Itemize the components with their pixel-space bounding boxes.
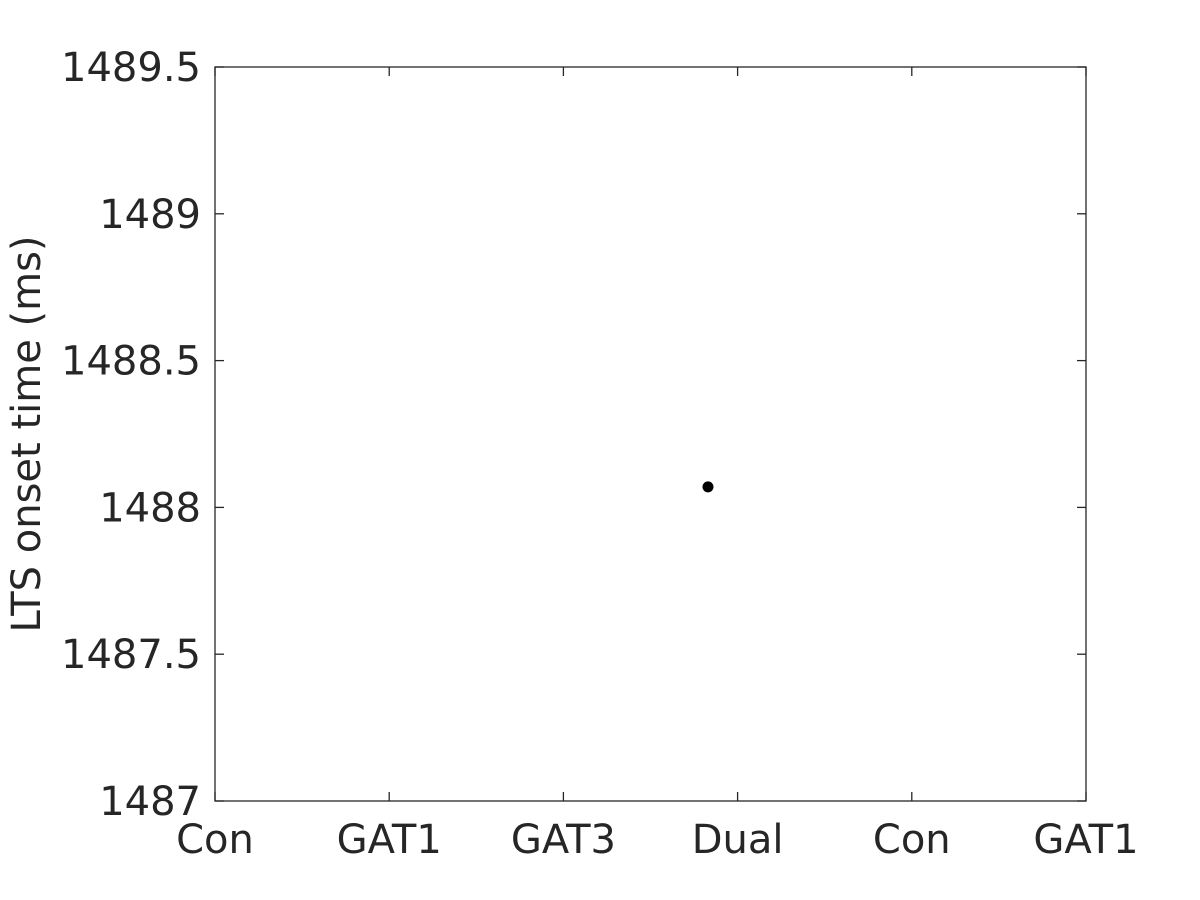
y-tick-label: 1487.5 xyxy=(61,632,201,678)
y-tick-label: 1489 xyxy=(99,192,201,238)
y-tick-label: 1489.5 xyxy=(61,45,201,91)
x-tick-label: Dual xyxy=(692,817,784,863)
data-series xyxy=(702,481,714,493)
x-tick-label: Con xyxy=(176,817,254,863)
y-tick-label: 1488 xyxy=(99,485,201,531)
x-tick-label: GAT1 xyxy=(337,817,442,863)
data-point xyxy=(702,481,714,493)
y-axis-label: LTS onset time (ms) xyxy=(4,235,50,632)
plot-area xyxy=(214,66,1087,802)
x-tick-label: GAT3 xyxy=(511,817,616,863)
y-tick-label: 1488.5 xyxy=(61,339,201,385)
x-tick-label: GAT1 xyxy=(1033,817,1138,863)
x-tick-label: Con xyxy=(873,817,951,863)
chart: 14871487.514881488.514891489.5 Con GAT1 GA… xyxy=(4,45,1139,863)
